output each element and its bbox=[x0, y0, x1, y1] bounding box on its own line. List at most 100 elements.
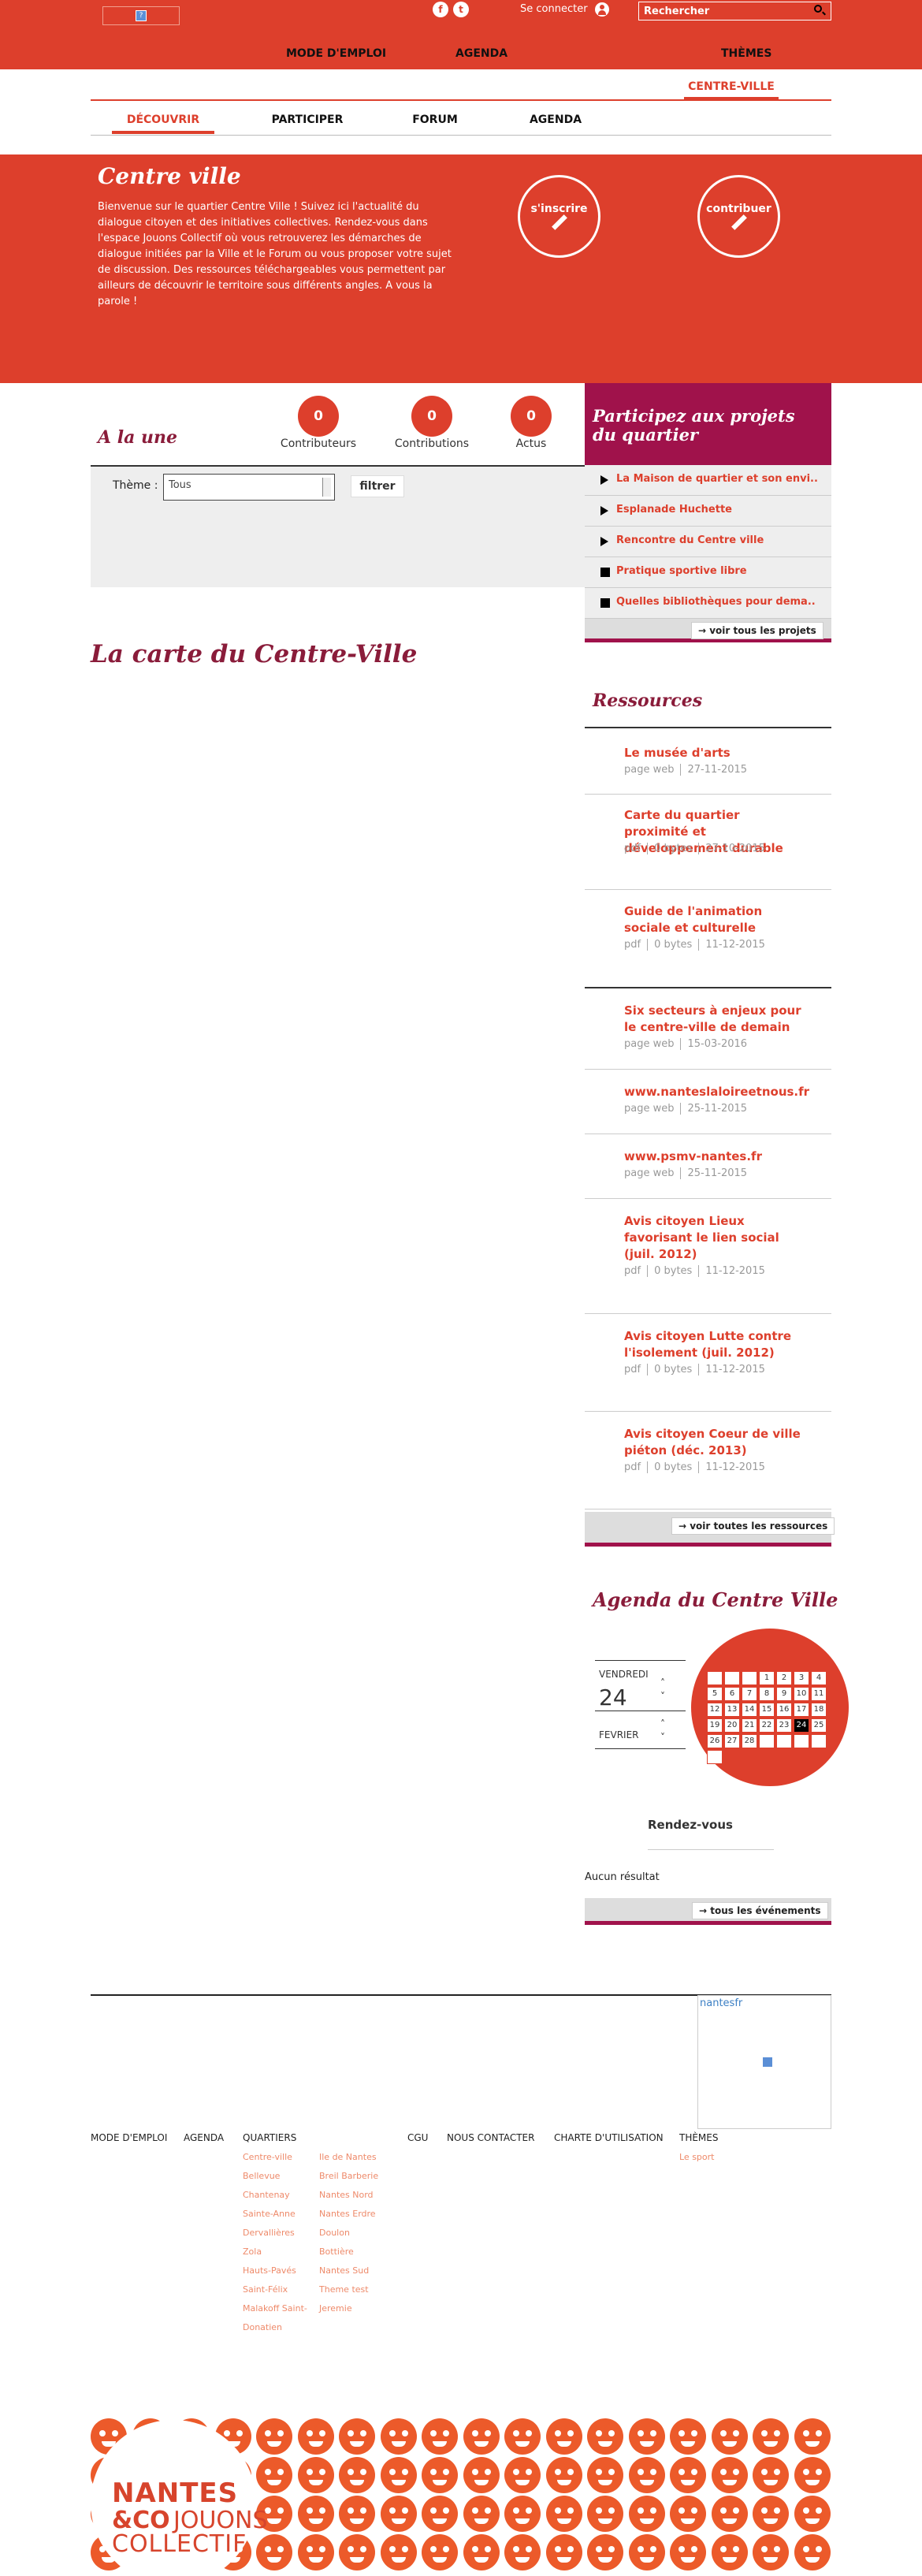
calendar-day[interactable]: 22 bbox=[759, 1718, 775, 1733]
calendar-day[interactable]: 16 bbox=[776, 1703, 792, 1717]
footer-quartier-link[interactable]: Bottière bbox=[319, 2243, 378, 2261]
contribute-button[interactable]: contribuer bbox=[697, 175, 780, 258]
subnav-centre-ville[interactable]: CENTRE-VILLE bbox=[684, 76, 779, 100]
resource-item[interactable]: Guide de l'animation sociale et culturel… bbox=[585, 890, 831, 988]
calendar-day[interactable]: 23 bbox=[776, 1718, 792, 1733]
facebook-icon[interactable]: f bbox=[433, 2, 448, 17]
tab-forum[interactable]: FORUM bbox=[384, 114, 486, 126]
filter-button[interactable]: filtrer bbox=[351, 475, 404, 497]
resource-title[interactable]: Guide de l'animation sociale et culturel… bbox=[624, 903, 805, 936]
site-logo[interactable]: ? bbox=[102, 6, 180, 25]
project-item[interactable]: Rencontre du Centre ville bbox=[585, 527, 831, 557]
calendar-day[interactable]: 27 bbox=[724, 1734, 740, 1748]
calendar-day[interactable]: 19 bbox=[707, 1718, 723, 1733]
footer-quartier-link[interactable]: Nantes Sud bbox=[319, 2261, 378, 2280]
calendar-day[interactable]: 28 bbox=[742, 1734, 757, 1748]
footer-quartiers[interactable]: QUARTIERS bbox=[243, 2132, 296, 2143]
calendar-day[interactable]: 3 bbox=[794, 1671, 809, 1685]
calendar-day[interactable]: 10 bbox=[794, 1687, 809, 1701]
project-item[interactable]: Pratique sportive libre bbox=[585, 557, 831, 588]
resource-item[interactable]: www.nanteslaloireetnous.fr page web 25-11… bbox=[585, 1070, 831, 1134]
search-icon[interactable] bbox=[814, 5, 822, 13]
calendar-day[interactable]: 1 bbox=[759, 1671, 775, 1685]
user-icon[interactable] bbox=[595, 2, 609, 17]
calendar-day[interactable]: 7 bbox=[742, 1687, 757, 1701]
footer-quartier-link[interactable]: Doulon bbox=[319, 2224, 378, 2243]
calendar-day[interactable]: 4 bbox=[811, 1671, 827, 1685]
twitter-icon[interactable]: t bbox=[453, 2, 469, 17]
nantesfr-widget[interactable]: nantesfr bbox=[697, 1995, 831, 2129]
resource-item[interactable]: www.psmv-nantes.fr page web 25-11-2015 bbox=[585, 1134, 831, 1199]
tab-decouvrir[interactable]: DÉCOUVRIR bbox=[112, 114, 214, 134]
resource-title[interactable]: Avis citoyen Coeur de ville piéton (déc.… bbox=[624, 1426, 805, 1459]
resource-title[interactable]: www.nanteslaloireetnous.fr bbox=[624, 1084, 809, 1100]
footer-quartier-link[interactable]: Breil Barberie bbox=[319, 2167, 378, 2186]
footer-agenda[interactable]: AGENDA bbox=[184, 2132, 224, 2143]
tab-participer[interactable]: PARTICIPER bbox=[256, 114, 359, 126]
calendar-day[interactable]: 18 bbox=[811, 1703, 827, 1717]
calendar-day[interactable]: 9 bbox=[776, 1687, 792, 1701]
resource-item[interactable]: Avis citoyen Coeur de ville piéton (déc.… bbox=[585, 1412, 831, 1509]
project-item[interactable]: La Maison de quartier et son envi.. bbox=[585, 465, 831, 496]
calendar-day[interactable]: 6 bbox=[724, 1687, 740, 1701]
calendar-day[interactable]: 12 bbox=[707, 1703, 723, 1717]
footer-quartier-link[interactable]: Saint-Félix bbox=[243, 2280, 307, 2299]
resource-item[interactable]: Six secteurs à enjeux pour le centre-vil… bbox=[585, 988, 831, 1070]
calendar-day[interactable]: 2 bbox=[776, 1671, 792, 1685]
search-input[interactable] bbox=[638, 2, 831, 20]
resource-item[interactable]: Avis citoyen Lutte contre l'isolement (j… bbox=[585, 1314, 831, 1412]
login-link[interactable]: Se connecter bbox=[520, 3, 588, 15]
footer-cgu[interactable]: CGU bbox=[407, 2132, 428, 2143]
footer-quartier-link[interactable]: Sainte-Anne bbox=[243, 2205, 307, 2224]
calendar-day[interactable]: 26 bbox=[707, 1734, 723, 1748]
footer-contact[interactable]: NOUS CONTACTER bbox=[447, 2132, 534, 2143]
calendar-day[interactable]: 5 bbox=[707, 1687, 723, 1701]
project-item[interactable]: Esplanade Huchette bbox=[585, 496, 831, 527]
resource-item[interactable]: Carte du quartier proximité et développe… bbox=[585, 795, 831, 890]
footer-quartier-link[interactable]: Malakoff Saint- bbox=[243, 2299, 307, 2318]
footer-quartier-link[interactable]: Chantenay bbox=[243, 2186, 307, 2205]
tab-agenda[interactable]: AGENDA bbox=[504, 114, 607, 126]
resource-title[interactable]: Avis citoyen Lieux favorisant le lien so… bbox=[624, 1213, 805, 1263]
footer-theme-item[interactable]: Le sport bbox=[679, 2148, 714, 2167]
calendar-day[interactable]: 17 bbox=[794, 1703, 809, 1717]
footer-quartier-link[interactable]: Nantes Nord bbox=[319, 2186, 378, 2205]
calendar-day[interactable]: 15 bbox=[759, 1703, 775, 1717]
footer-quartier-link[interactable]: Centre-ville bbox=[243, 2148, 307, 2167]
chevron-up-icon[interactable]: ˄ bbox=[660, 1677, 665, 1688]
subscribe-button[interactable]: s'inscrire bbox=[518, 175, 600, 258]
footer-charte[interactable]: CHARTE D'UTILISATION bbox=[554, 2132, 664, 2143]
footer-quartier-link[interactable]: Hauts-Pavés bbox=[243, 2261, 307, 2280]
resource-item[interactable]: Le musée d'arts page web 27-11-2015 bbox=[585, 728, 831, 795]
chevron-up-icon[interactable]: ˄ bbox=[660, 1718, 665, 1729]
calendar-day[interactable]: 11 bbox=[811, 1687, 827, 1701]
resource-title[interactable]: www.psmv-nantes.fr bbox=[624, 1148, 805, 1165]
calendar-day[interactable]: 13 bbox=[724, 1703, 740, 1717]
footer-themes[interactable]: THÈMES bbox=[679, 2132, 719, 2143]
all-projects-button[interactable]: voir tous les projets bbox=[691, 622, 823, 639]
calendar-day[interactable]: 25 bbox=[811, 1718, 827, 1733]
all-events-button[interactable]: tous les événements bbox=[692, 1902, 828, 1919]
nav-agenda[interactable]: AGENDA bbox=[455, 47, 507, 60]
resource-item[interactable]: Avis citoyen Lieux favorisant le lien so… bbox=[585, 1199, 831, 1314]
footer-quartier-link[interactable]: Nantes Erdre bbox=[319, 2205, 378, 2224]
project-item[interactable]: Quelles bibliothèques pour dema.. bbox=[585, 588, 831, 619]
footer-quartier-link[interactable]: Zola bbox=[243, 2243, 307, 2261]
calendar-day[interactable]: 8 bbox=[759, 1687, 775, 1701]
mini-calendar[interactable]: 1 2 3 4 5 6 7 8 9 10 11 12 13 14 15 16 17 18 19 20 21 22 23 24 2… bbox=[707, 1671, 833, 1764]
footer-quartier-link[interactable]: Bellevue bbox=[243, 2167, 307, 2186]
calendar-day[interactable]: 24 bbox=[794, 1718, 809, 1733]
footer-quartier-link[interactable]: Theme test bbox=[319, 2280, 378, 2299]
calendar-day[interactable]: 20 bbox=[724, 1718, 740, 1733]
nav-mode-emploi[interactable]: MODE D'EMPLOI bbox=[286, 47, 386, 60]
footer-quartier-link[interactable]: Jeremie bbox=[319, 2299, 378, 2318]
chevron-down-icon[interactable]: ˅ bbox=[660, 1732, 665, 1743]
calendar-day[interactable]: 14 bbox=[742, 1703, 757, 1717]
resource-title[interactable]: Six secteurs à enjeux pour le centre-vil… bbox=[624, 1003, 805, 1036]
all-resources-button[interactable]: voir toutes les ressources bbox=[671, 1517, 835, 1535]
resource-title[interactable]: Le musée d'arts bbox=[624, 745, 805, 761]
calendar-day[interactable]: 21 bbox=[742, 1718, 757, 1733]
resource-title[interactable]: Avis citoyen Lutte contre l'isolement (j… bbox=[624, 1328, 805, 1361]
footer-quartier-link[interactable]: Dervallières bbox=[243, 2224, 307, 2243]
footer-quartier-link[interactable]: Donatien bbox=[243, 2318, 307, 2337]
